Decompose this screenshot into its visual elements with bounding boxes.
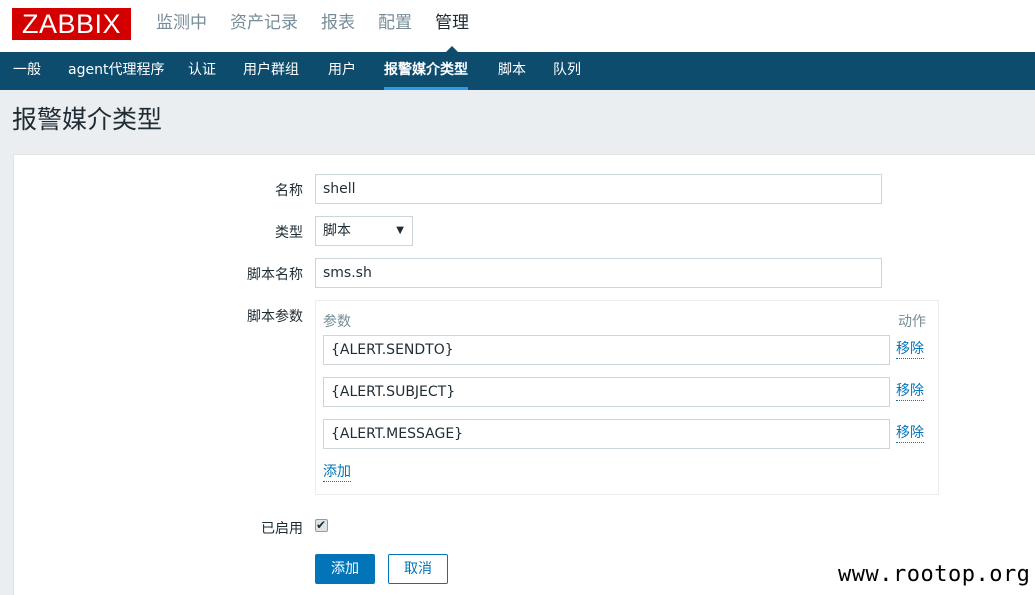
sub-nav-scripts[interactable]: 脚本: [498, 52, 526, 90]
sub-nav-authentication[interactable]: 认证: [188, 52, 216, 90]
sub-nav-media-types[interactable]: 报警媒介类型: [384, 52, 468, 90]
remove-param-2-link[interactable]: 移除: [896, 383, 924, 401]
sub-nav-users[interactable]: 用户: [328, 52, 356, 90]
main-nav-reports[interactable]: 报表: [321, 0, 355, 52]
action-column-header: 动作: [898, 314, 926, 330]
script-params-table: 参数 动作 {ALERT.SENDTO} 移除 {ALERT.SUBJECT} …: [315, 300, 939, 495]
zabbix-logo[interactable]: ZABBIX: [12, 8, 131, 40]
add-param-link[interactable]: 添加: [323, 464, 351, 482]
watermark: www.rootop.org: [838, 562, 1031, 587]
sub-nav: 一般 agent代理程序 认证 用户群组 用户 报警媒介类型 脚本 队列: [0, 52, 1035, 90]
cancel-button[interactable]: 取消: [388, 554, 448, 584]
name-input[interactable]: shell: [315, 174, 882, 204]
param-input-3[interactable]: {ALERT.MESSAGE}: [323, 419, 890, 449]
name-label: 名称: [275, 183, 303, 199]
type-label: 类型: [275, 225, 303, 241]
enabled-checkbox[interactable]: ✔: [315, 518, 328, 532]
page-title: 报警媒介类型: [12, 105, 163, 134]
main-nav-configuration[interactable]: 配置: [378, 0, 412, 52]
param-input-2[interactable]: {ALERT.SUBJECT}: [323, 377, 890, 407]
add-button[interactable]: 添加: [315, 554, 375, 584]
dropdown-arrow-icon: ▼: [396, 225, 404, 236]
enabled-label: 已启用: [261, 521, 303, 537]
remove-param-3-link[interactable]: 移除: [896, 425, 924, 443]
type-select[interactable]: 脚本 ▼: [315, 216, 413, 246]
script-name-input[interactable]: sms.sh: [315, 258, 882, 288]
main-nav-inventory[interactable]: 资产记录: [230, 0, 298, 52]
sub-nav-queue[interactable]: 队列: [553, 52, 581, 90]
main-nav-monitoring[interactable]: 监测中: [156, 0, 207, 52]
sub-nav-general[interactable]: 一般: [13, 52, 41, 90]
params-column-header: 参数: [323, 314, 351, 330]
main-nav-administration[interactable]: 管理: [435, 0, 469, 53]
top-bar: ZABBIX 监测中 资产记录 报表 配置 管理: [0, 0, 1035, 53]
sub-nav-user-groups[interactable]: 用户群组: [243, 52, 299, 90]
param-input-1[interactable]: {ALERT.SENDTO}: [323, 335, 890, 365]
check-icon: ✔: [316, 518, 327, 532]
script-name-label: 脚本名称: [247, 267, 303, 283]
sub-nav-proxies[interactable]: agent代理程序: [68, 52, 164, 90]
main-nav: 监测中 资产记录 报表 配置 管理: [156, 0, 492, 53]
type-select-value: 脚本: [323, 223, 351, 239]
remove-param-1-link[interactable]: 移除: [896, 341, 924, 359]
script-params-label: 脚本参数: [247, 309, 303, 325]
